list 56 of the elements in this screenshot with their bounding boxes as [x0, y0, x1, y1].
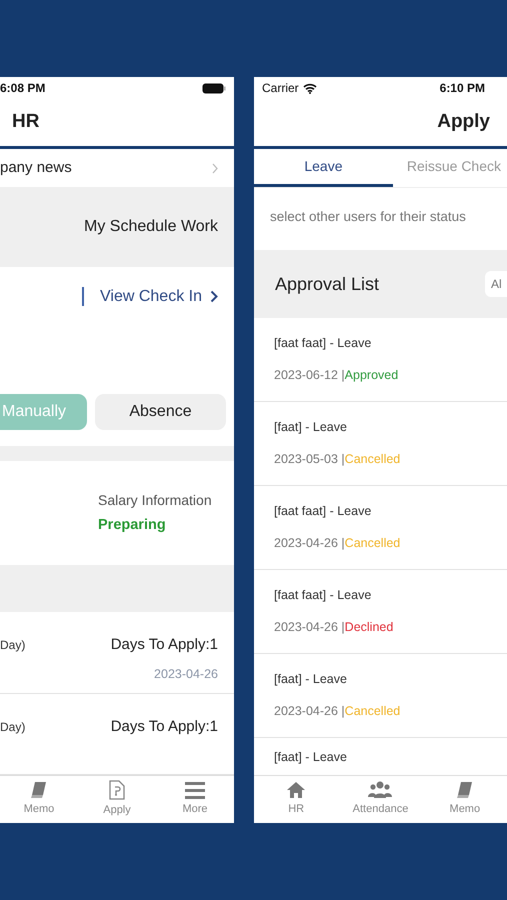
- tab-bar-item[interactable]: Memo: [0, 776, 78, 823]
- tab-bar-item[interactable]: Attendance: [338, 776, 423, 823]
- book-icon: [29, 781, 49, 800]
- chevron-icon: [210, 290, 218, 304]
- leave-date: 2023-04-26: [154, 666, 218, 683]
- leave-request-title: [faat faat] - Leave: [274, 335, 372, 352]
- tab-bar-item[interactable]: Memo: [422, 776, 507, 823]
- news-row[interactable]: pany news: [0, 149, 234, 188]
- section-title: Approval List: [275, 272, 380, 296]
- leave-type: Day): [0, 718, 26, 736]
- request-date: 2023-04-26 |: [274, 619, 345, 636]
- days-to-apply: Days To Apply:1: [110, 635, 218, 656]
- tab-bar-item[interactable]: More: [156, 776, 234, 823]
- request-status: Cancelled: [344, 703, 400, 720]
- leave-request-title: [faat] - Leave: [274, 749, 348, 766]
- tab[interactable]: Leave: [254, 149, 393, 187]
- status-time: 6:08 PM: [0, 80, 46, 97]
- leave-request-title: [faat] - Leave: [274, 671, 348, 688]
- carrier-label: Carrier: [262, 80, 299, 97]
- leave-request-title: [faat faat] - Leave: [274, 503, 372, 520]
- request-status: Declined: [344, 619, 394, 636]
- news-label: pany news: [0, 158, 72, 178]
- request-status: Approved: [344, 367, 398, 384]
- home-icon: [286, 781, 306, 800]
- filter-field[interactable]: Al: [485, 271, 507, 297]
- request-status: Cancelled: [344, 451, 400, 468]
- document-icon: [108, 780, 126, 800]
- request-date: 2023-04-26 |: [274, 535, 345, 552]
- tab[interactable]: Reissue Check: [392, 149, 507, 187]
- request-date: 2023-06-12 |: [274, 367, 345, 384]
- secondary-button[interactable]: Absence: [95, 394, 226, 430]
- menu-icon: [184, 781, 206, 800]
- request-date: 2023-05-03 |: [274, 451, 345, 468]
- salary-status: Preparing: [98, 516, 166, 535]
- schedule-label: My Schedule Work: [84, 217, 218, 237]
- book-icon: [454, 781, 475, 800]
- divider-bar: [82, 287, 84, 306]
- wifi-icon: [302, 82, 317, 94]
- chevron-icon: [212, 162, 218, 174]
- leave-type: Day): [0, 637, 26, 654]
- request-status: Cancelled: [344, 535, 400, 552]
- primary-button[interactable]: Manually: [0, 394, 87, 430]
- hint-text: select other users for their status: [270, 209, 466, 224]
- leave-request-title: [faat faat] - Leave: [274, 587, 372, 604]
- battery-icon: [202, 82, 226, 94]
- people-icon: [368, 781, 392, 800]
- view-check-in-link[interactable]: View Check In: [100, 284, 218, 309]
- tab-bar-item[interactable]: Apply: [78, 776, 156, 823]
- status-time: 6:10 PM: [440, 80, 485, 97]
- screen-title: Apply: [437, 110, 490, 134]
- screen-title: HR: [12, 110, 40, 134]
- salary-label: Salary Information: [98, 490, 212, 510]
- tab-bar-item[interactable]: HR: [254, 776, 338, 823]
- leave-request-title: [faat] - Leave: [274, 419, 348, 436]
- request-date: 2023-04-26 |: [274, 703, 345, 720]
- days-to-apply: Days To Apply:1: [110, 716, 218, 737]
